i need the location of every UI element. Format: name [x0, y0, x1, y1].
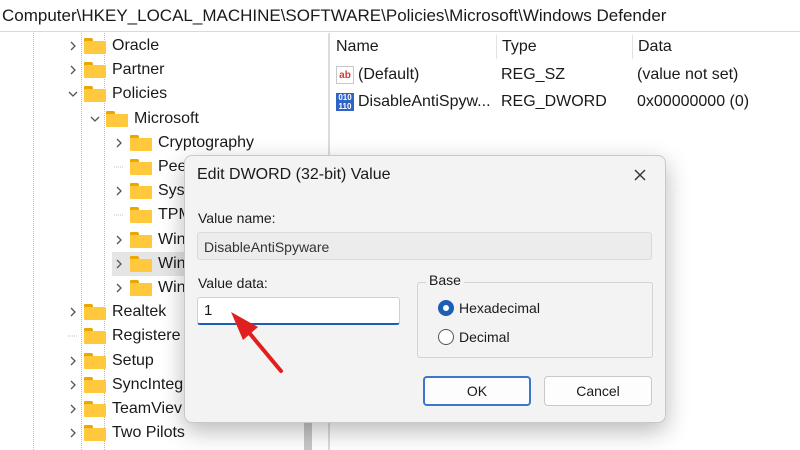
tree-item-label: Realtek [112, 303, 167, 321]
tree-item-label: Policies [112, 85, 168, 103]
hexadecimal-radio-option[interactable]: Hexadecimal [438, 300, 540, 316]
tree-guide-line [33, 33, 34, 450]
tree-item-label: Microsoft [134, 109, 199, 127]
folder-icon [84, 328, 106, 345]
tree-item[interactable]: Two Pilots [66, 421, 185, 445]
decimal-radio[interactable] [438, 329, 454, 345]
close-icon [634, 169, 646, 181]
value-data-label: Value data: [198, 275, 268, 291]
folder-icon [130, 231, 152, 248]
folder-icon [130, 280, 152, 296]
chevron-down-icon[interactable] [66, 89, 80, 99]
tree-item[interactable]: Partner [66, 58, 164, 82]
chevron-right-icon[interactable] [66, 428, 80, 438]
chevron-right-icon[interactable] [112, 259, 126, 269]
value-data: (value not set) [637, 66, 739, 83]
chevron-right-icon[interactable] [66, 41, 80, 51]
chevron-right-icon[interactable] [112, 138, 126, 148]
decimal-label: Decimal [459, 329, 510, 345]
tree-item[interactable]: Setup [66, 349, 154, 373]
folder-icon [130, 183, 152, 200]
tree-item[interactable]: Policies [66, 82, 167, 106]
value-data: 0x00000000 (0) [637, 93, 750, 110]
value-name: DisableAntiSpyw... [358, 93, 491, 110]
tree-item[interactable]: Realtek [66, 300, 166, 324]
tree-item[interactable]: TPM [112, 203, 192, 227]
tree-item[interactable]: Cryptography [112, 131, 254, 155]
list-header: Name Type Data [330, 33, 800, 61]
tree-item[interactable]: TeamViev [66, 397, 182, 421]
chevron-right-icon[interactable] [66, 380, 80, 390]
tree-item-label: Cryptography [158, 133, 255, 151]
tree-scrollbar[interactable] [304, 420, 312, 450]
tree-item[interactable]: Oracle [66, 34, 159, 58]
column-header-type[interactable]: Type [496, 33, 632, 61]
dialog-title: Edit DWORD (32-bit) Value [197, 166, 391, 183]
tree-connector [112, 162, 126, 172]
tree-item-label: TeamViev [112, 400, 182, 417]
ok-button[interactable]: OK [423, 376, 531, 406]
tree-item-label: Partner [112, 61, 165, 79]
tree-item[interactable]: Microsoft [88, 107, 199, 131]
value-data-input[interactable]: 1 [197, 297, 400, 325]
column-header-data[interactable]: Data [632, 33, 800, 61]
folder-icon [130, 207, 152, 224]
tree-item-label: Win [158, 279, 186, 296]
chevron-right-icon[interactable] [66, 65, 80, 75]
tree-item-label: Win [158, 230, 186, 248]
dword-value-icon: 010 110 [336, 93, 354, 111]
folder-icon [84, 86, 106, 103]
tree-item[interactable]: Syst [112, 179, 189, 203]
tree-item-label: Two Pilots [112, 424, 185, 442]
folder-icon [106, 110, 128, 127]
base-label: Base [426, 272, 464, 288]
folder-icon [84, 304, 106, 321]
value-row-disableantispyware[interactable]: 010 110 DisableAntiSpyw... REG_DWORD 0x00… [330, 89, 800, 115]
folder-icon [84, 38, 106, 54]
folder-icon [84, 352, 106, 369]
tree-item[interactable]: Peer [112, 155, 192, 179]
edit-dword-dialog: Edit DWORD (32-bit) Value Value name: Di… [184, 155, 666, 423]
hexadecimal-radio[interactable] [438, 300, 454, 316]
chevron-down-icon[interactable] [88, 114, 102, 124]
value-row-default[interactable]: ab (Default) REG_SZ (value not set) [330, 62, 800, 88]
chevron-right-icon[interactable] [66, 404, 80, 414]
address-bar[interactable]: Computer\HKEY_LOCAL_MACHINE\SOFTWARE\Pol… [0, 0, 800, 32]
folder-icon [130, 159, 152, 175]
string-value-icon: ab [336, 66, 354, 84]
value-type: REG_SZ [501, 66, 566, 83]
decimal-radio-option[interactable]: Decimal [438, 329, 510, 345]
tree-item-label: Setup [112, 351, 154, 369]
chevron-right-icon[interactable] [66, 307, 80, 317]
tree-item[interactable]: Win [112, 276, 186, 300]
folder-icon [84, 425, 106, 442]
tree-item[interactable]: Registere [66, 324, 180, 348]
value-name-field: DisableAntiSpyware [197, 232, 652, 260]
chevron-right-icon[interactable] [112, 235, 126, 245]
chevron-right-icon[interactable] [66, 356, 80, 366]
chevron-right-icon[interactable] [112, 186, 126, 196]
tree-item-label: SyncInteg [112, 375, 184, 393]
tree-item[interactable]: SyncInteg [66, 373, 183, 397]
value-type: REG_DWORD [501, 93, 607, 110]
tree-item-label: Oracle [112, 37, 160, 54]
folder-icon [84, 376, 106, 393]
tree-connector [66, 331, 80, 341]
folder-icon [130, 255, 152, 272]
cancel-button[interactable]: Cancel [544, 376, 652, 406]
tree-item[interactable]: Win [112, 228, 186, 252]
tree-item-label: Win [158, 254, 186, 272]
value-name: (Default) [358, 66, 420, 83]
column-header-name[interactable]: Name [330, 33, 496, 61]
base-group: Base Hexadecimal Decimal [417, 272, 653, 358]
hexadecimal-label: Hexadecimal [459, 300, 540, 316]
tree-connector [112, 210, 126, 220]
close-button[interactable] [629, 164, 651, 186]
folder-icon [84, 62, 106, 79]
folder-icon [130, 134, 152, 151]
folder-icon [84, 401, 106, 417]
tree-item-label: Registere [112, 327, 181, 345]
chevron-right-icon[interactable] [112, 283, 126, 293]
value-name-label: Value name: [198, 210, 276, 226]
